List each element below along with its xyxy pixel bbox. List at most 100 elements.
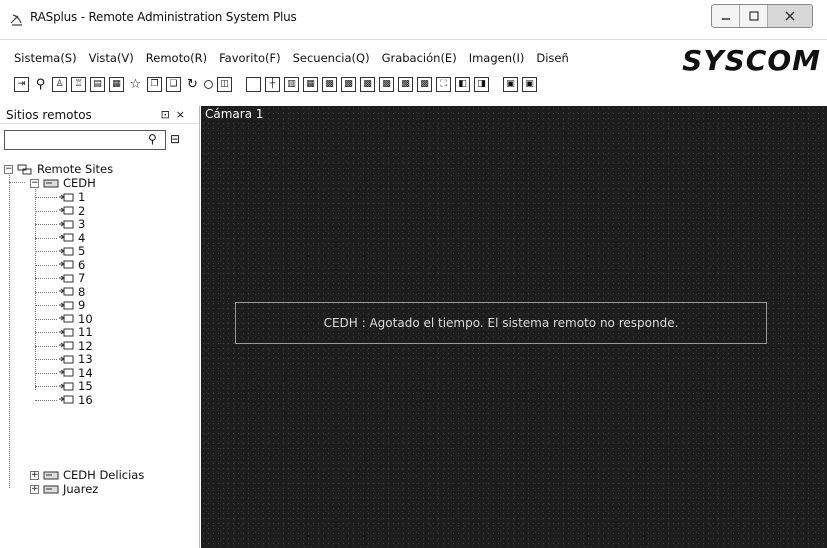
connect-icon[interactable]: ⇥ bbox=[14, 76, 29, 92]
panel-header: Sitios remotos ⊡× bbox=[0, 106, 199, 124]
camera-icon bbox=[58, 246, 74, 257]
menu-diseno[interactable]: Diseñ bbox=[536, 51, 568, 65]
layout-64-icon[interactable]: ▩ bbox=[417, 76, 432, 92]
users-icon[interactable]: ♖ bbox=[71, 76, 86, 92]
camera-icon bbox=[58, 394, 74, 405]
camera-item[interactable]: 16 bbox=[58, 393, 93, 407]
tree-site[interactable]: − CEDH bbox=[30, 176, 96, 190]
menu-remoto[interactable]: Remoto(R) bbox=[146, 51, 207, 65]
camera-label: 15 bbox=[78, 379, 93, 393]
layout-49-icon[interactable]: ▩ bbox=[398, 76, 413, 92]
remote-sites-panel: Sitios remotos ⊡× ⚲ ⊟ − Remote Sites − C… bbox=[0, 106, 200, 548]
camera-item[interactable]: 3 bbox=[58, 217, 85, 231]
paste-icon[interactable]: ❏ bbox=[166, 76, 181, 92]
layout-6-icon[interactable]: ▥ bbox=[284, 76, 299, 92]
tree-site[interactable]: + CEDH Delicias bbox=[30, 468, 144, 482]
site-label: CEDH bbox=[63, 176, 96, 190]
filter-icon[interactable]: ⊟ bbox=[170, 132, 180, 146]
maximize-icon[interactable] bbox=[740, 5, 768, 27]
refresh-icon[interactable]: ↻ bbox=[185, 76, 200, 92]
expand-icon[interactable]: + bbox=[30, 484, 39, 494]
window-title: RASplus - Remote Administration System P… bbox=[30, 10, 297, 24]
snapshot-icon[interactable]: ◫ bbox=[217, 76, 232, 92]
camera-icon bbox=[58, 327, 74, 338]
layout-4-icon[interactable]: ┼ bbox=[265, 76, 280, 92]
camera-item[interactable]: 5 bbox=[58, 244, 85, 258]
panel-title: Sitios remotos bbox=[6, 107, 92, 122]
camera-label: 5 bbox=[78, 244, 86, 258]
camera-item[interactable]: 8 bbox=[58, 285, 85, 299]
camera-item[interactable]: 2 bbox=[58, 204, 85, 218]
camera-label: 9 bbox=[78, 298, 86, 312]
site-label: Juarez bbox=[63, 482, 99, 496]
search-icon[interactable]: ⚲ bbox=[148, 132, 157, 146]
monitor-icon[interactable]: ▣ bbox=[503, 76, 518, 92]
camera-item[interactable]: 9 bbox=[58, 298, 85, 312]
tree-root[interactable]: − Remote Sites bbox=[4, 162, 113, 176]
camera-icon bbox=[58, 259, 74, 270]
camera-label: 4 bbox=[78, 230, 86, 245]
close-panel-icon[interactable]: × bbox=[176, 108, 191, 121]
camera-item[interactable]: 10 bbox=[58, 312, 93, 326]
menu-imagen[interactable]: Imagen(I) bbox=[469, 51, 525, 65]
camera-icon bbox=[58, 340, 74, 351]
tree-site[interactable]: + Juarez bbox=[30, 482, 98, 496]
search-row: ⚲ ⊟ bbox=[0, 124, 199, 152]
collapse-icon[interactable]: − bbox=[4, 164, 13, 174]
camera-item[interactable]: 11 bbox=[58, 325, 93, 339]
page-next-icon[interactable]: ◨ bbox=[474, 76, 489, 92]
dvr-icon bbox=[43, 470, 59, 481]
pin-icon[interactable]: ⊡ bbox=[161, 108, 176, 121]
camera-label: 10 bbox=[78, 311, 93, 326]
collapse-icon[interactable]: − bbox=[30, 178, 39, 188]
layout-36-icon[interactable]: ▩ bbox=[379, 76, 394, 92]
favorite-star-icon[interactable]: ☆ bbox=[128, 76, 143, 92]
camera-item[interactable]: 14 bbox=[58, 366, 93, 380]
menu-vista[interactable]: Vista(V) bbox=[89, 51, 134, 65]
close-icon[interactable] bbox=[768, 5, 812, 27]
record-search-icon[interactable]: ▤ bbox=[90, 76, 105, 92]
camera-item[interactable]: 12 bbox=[58, 339, 93, 353]
satellite-dish-icon bbox=[9, 11, 25, 27]
user-icon[interactable]: ♙ bbox=[52, 76, 67, 92]
camera-view[interactable]: Cámara 1 CEDH : Agotado el tiempo. El si… bbox=[201, 106, 827, 548]
layout-32-icon[interactable]: ▩ bbox=[360, 76, 375, 92]
camera-item[interactable]: 7 bbox=[58, 271, 85, 285]
menu-favorito[interactable]: Favorito(F) bbox=[219, 51, 281, 65]
camera-label: 14 bbox=[78, 365, 93, 380]
layout-25-icon[interactable]: ▩ bbox=[341, 76, 356, 92]
site-label: CEDH Delicias bbox=[63, 468, 145, 482]
window-controls bbox=[711, 4, 813, 28]
page-prev-icon[interactable]: ◧ bbox=[455, 76, 470, 92]
camera-icon bbox=[58, 232, 74, 243]
camera-icon bbox=[58, 354, 74, 365]
layout-1-icon[interactable] bbox=[246, 76, 261, 92]
camera-icon bbox=[58, 381, 74, 392]
layout-16-icon[interactable]: ▩ bbox=[322, 76, 337, 92]
camera-icon bbox=[58, 313, 74, 324]
fullscreen-icon[interactable]: ⛶ bbox=[436, 76, 451, 92]
menu-secuencia[interactable]: Secuencia(Q) bbox=[293, 51, 370, 65]
menu-grabacion[interactable]: Grabación(E) bbox=[382, 51, 457, 65]
camera-label: 13 bbox=[78, 352, 93, 366]
search-input[interactable] bbox=[4, 130, 166, 150]
menu-sistema[interactable]: Sistema(S) bbox=[14, 51, 77, 65]
minimize-icon[interactable] bbox=[712, 5, 740, 27]
tree-icon[interactable]: ⚲ bbox=[33, 76, 48, 92]
camera-item[interactable]: 1 bbox=[58, 190, 85, 204]
camera-item[interactable]: 13 bbox=[58, 352, 93, 366]
camera-item[interactable]: 15 bbox=[58, 379, 93, 393]
expand-icon[interactable]: + bbox=[30, 470, 39, 480]
multi-monitor-icon[interactable]: ▣ bbox=[522, 76, 537, 92]
camera-item[interactable]: 6 bbox=[58, 258, 85, 272]
camera-label: 6 bbox=[78, 257, 86, 272]
camera-label: 7 bbox=[78, 271, 86, 285]
save-icon[interactable]: ▦ bbox=[109, 76, 124, 92]
layout-9-icon[interactable]: ▦ bbox=[303, 76, 318, 92]
camera-label: 16 bbox=[78, 392, 93, 407]
server-group-icon bbox=[17, 164, 33, 175]
copy-icon[interactable]: ❐ bbox=[147, 76, 162, 92]
dot-icon[interactable] bbox=[204, 79, 213, 89]
camera-label: 1 bbox=[78, 190, 86, 204]
camera-item[interactable]: 4 bbox=[58, 231, 85, 245]
